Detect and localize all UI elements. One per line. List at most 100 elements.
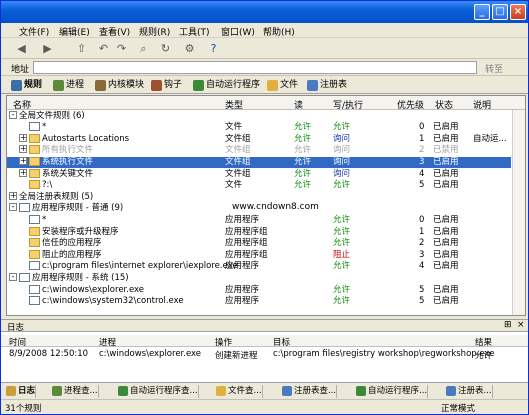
table-row[interactable]: 安装程序或升级程序 应用程序组 允许 1 已启用 xyxy=(7,226,511,239)
forward-icon[interactable]: ▶ xyxy=(41,42,54,55)
redo-icon[interactable]: ↷ xyxy=(115,42,128,55)
cell-name: 阻止的应用程序 xyxy=(42,249,102,260)
tab-hooks[interactable]: 钩子 xyxy=(151,79,182,93)
tab-kernel-modules[interactable]: 内核模块 xyxy=(95,79,144,93)
btab-log[interactable]: 日志 xyxy=(5,385,37,398)
goto-button[interactable]: 转至 xyxy=(485,62,503,75)
log-col-time[interactable]: 时间 xyxy=(9,336,26,348)
menu-tools[interactable]: 工具(T) xyxy=(179,25,210,38)
search-icon[interactable]: ⌕ xyxy=(137,42,150,55)
undo-icon[interactable]: ↶ xyxy=(97,42,110,55)
cell-write: 询问 xyxy=(333,168,351,179)
menu-help[interactable]: 帮助(H) xyxy=(263,25,295,38)
cell-name: 系统执行文件 xyxy=(42,156,94,167)
btab-label: 自动运行程序... xyxy=(368,386,428,396)
table-row[interactable]: * 文件 允许 允许 0 已启用 xyxy=(7,122,511,134)
table-row[interactable]: - 全局文件规则 (6) xyxy=(7,110,511,123)
hook-icon xyxy=(151,80,162,91)
process-icon xyxy=(52,386,62,396)
col-type[interactable]: 类型 xyxy=(225,98,243,111)
cell-priority: 2 xyxy=(419,145,425,156)
cell-write: 允许 xyxy=(333,284,351,295)
menu-file[interactable]: 文件(F) xyxy=(19,25,49,38)
menu-window[interactable]: 窗口(W) xyxy=(221,25,255,38)
tab-rules[interactable]: 规则 xyxy=(11,79,42,93)
col-read[interactable]: 读 xyxy=(294,98,303,111)
col-priority[interactable]: 优先级 xyxy=(397,98,424,111)
table-row[interactable]: c:\windows\system32\control.exe 应用程序 允许 5 已启… xyxy=(7,296,511,308)
app-window: _ □ × 文件(F) 编辑(E) 查看(V) 规则(R) 工具(T) 窗口(W… xyxy=(0,0,529,415)
menu-rules[interactable]: 规则(R) xyxy=(139,25,170,38)
btab-autorun-2[interactable]: 自动运行程序... xyxy=(355,385,429,398)
maximize-button[interactable]: □ xyxy=(492,4,508,20)
tab-processes[interactable]: 进程 xyxy=(53,79,84,93)
cell-name: 应用程序规则 - 系统 (15) xyxy=(32,272,129,283)
folder-icon xyxy=(29,133,40,143)
up-icon[interactable]: ⇧ xyxy=(75,42,88,55)
table-row[interactable]: 信任的应用程序 应用程序组 允许 2 已启用 xyxy=(7,238,511,250)
menu-view[interactable]: 查看(V) xyxy=(99,25,130,38)
btab-process-view[interactable]: 进程查... xyxy=(51,385,99,398)
table-row[interactable]: c:\program files\internet explorer\iexpl… xyxy=(7,261,511,273)
log-col-result[interactable]: 结果 xyxy=(475,336,492,348)
refresh-icon[interactable]: ↻ xyxy=(159,42,172,55)
tab-autoruns[interactable]: 自动运行程序 xyxy=(193,79,260,93)
btab-autorun-view[interactable]: 自动运行程序查... xyxy=(117,385,199,398)
cell-status: 已启用 xyxy=(433,168,459,179)
expand-icon[interactable]: + xyxy=(19,145,27,154)
collapse-icon[interactable]: - xyxy=(9,272,17,281)
close-icon[interactable]: × xyxy=(517,320,525,330)
log-col-target[interactable]: 目标 xyxy=(273,336,290,348)
table-row[interactable]: + 系统关键文件 文件组 允许 询问 4 已启用 xyxy=(7,168,511,181)
btab-registry-2[interactable]: 注册表... xyxy=(445,385,493,398)
help-icon[interactable]: ? xyxy=(207,42,220,55)
vertical-scrollbar[interactable] xyxy=(512,110,525,315)
table-row[interactable]: + 系统执行文件 文件组 允许 询问 3 已启用 xyxy=(7,156,511,169)
expand-icon[interactable]: + xyxy=(19,156,27,165)
expand-icon[interactable]: + xyxy=(19,133,27,142)
collapse-icon[interactable]: - xyxy=(9,110,17,119)
expand-icon[interactable]: + xyxy=(19,168,27,177)
table-row[interactable]: - 应用程序规则 - 系统 (15) xyxy=(7,272,511,285)
table-row[interactable]: * 应用程序 允许 0 已启用 xyxy=(7,214,511,227)
log-title: 日志 xyxy=(7,323,25,333)
back-icon[interactable]: ◀ xyxy=(15,42,28,55)
log-col-operation[interactable]: 操作 xyxy=(215,336,232,348)
menu-edit[interactable]: 编辑(E) xyxy=(59,25,90,38)
btab-file-view[interactable]: 文件查... xyxy=(215,385,263,398)
col-name[interactable]: 名称 xyxy=(13,98,31,111)
pin-icon[interactable]: ⊞ xyxy=(504,320,512,330)
log-header: 日志 ⊞ × xyxy=(1,320,528,333)
collapse-icon[interactable]: - xyxy=(9,203,17,212)
col-status[interactable]: 状态 xyxy=(435,98,453,111)
folder-icon xyxy=(29,145,40,155)
log-row[interactable]: 8/9/2008 12:50:10 c:\windows\explorer.ex… xyxy=(1,348,528,361)
close-button[interactable]: × xyxy=(510,4,526,20)
autorun-icon xyxy=(356,386,366,396)
log-result: 允许 xyxy=(475,351,493,361)
table-row[interactable]: + Autostarts Locations 文件组 允许 询问 1 已启用 自动运... xyxy=(7,133,511,146)
folder-icon xyxy=(29,156,40,166)
minimize-button[interactable]: _ xyxy=(474,4,490,20)
status-mode: 正常模式 xyxy=(441,404,476,414)
module-icon xyxy=(95,80,106,91)
cell-name: c:\windows\system32\control.exe xyxy=(42,296,184,307)
tab-files[interactable]: 文件 xyxy=(267,79,298,93)
col-description[interactable]: 说明 xyxy=(473,98,491,111)
btab-registry-view[interactable]: 注册表查... xyxy=(281,385,338,398)
table-row[interactable]: + 所有执行文件 文件组 允许 询问 2 已禁用 xyxy=(7,145,511,157)
address-input[interactable] xyxy=(33,61,477,74)
log-col-process[interactable]: 进程 xyxy=(99,336,116,348)
settings-icon[interactable]: ⚙ xyxy=(183,42,196,55)
registry-icon xyxy=(307,80,318,91)
table-row[interactable]: c:\windows\explorer.exe 应用程序 允许 5 已启用 xyxy=(7,284,511,297)
cell-name: 所有执行文件 xyxy=(42,145,94,156)
tab-registry[interactable]: 注册表 xyxy=(307,79,347,93)
expand-icon[interactable]: + xyxy=(9,191,17,200)
col-write[interactable]: 写/执行 xyxy=(333,98,363,111)
table-row[interactable]: 阻止的应用程序 应用程序组 阻止 3 已启用 xyxy=(7,249,511,262)
log-columns: 时间 进程 操作 目标 结果 xyxy=(1,335,528,348)
cell-priority: 3 xyxy=(419,249,425,260)
table-row[interactable]: ?:\ 文件 允许 允许 5 已启用 xyxy=(7,180,511,192)
title-bar[interactable]: _ □ × xyxy=(1,1,528,23)
